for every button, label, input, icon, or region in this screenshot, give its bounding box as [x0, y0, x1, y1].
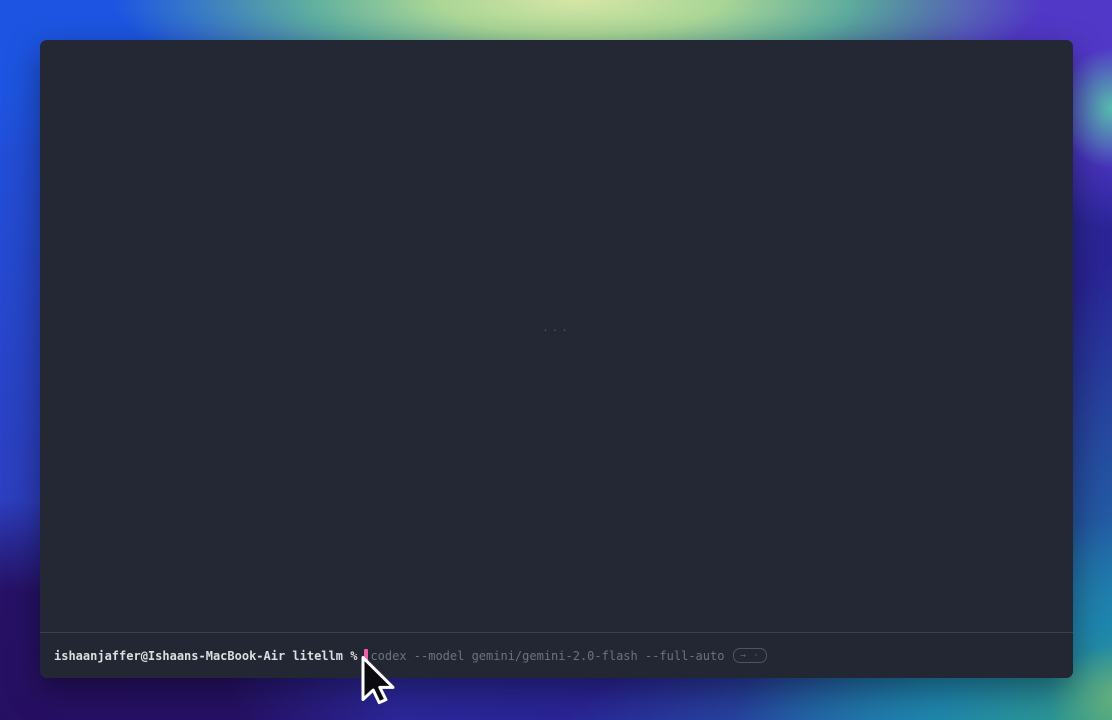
- accept-suggestion-hint-badge: → ·: [733, 648, 766, 663]
- text-caret: [364, 649, 368, 663]
- terminal-output-area[interactable]: ···: [40, 40, 1073, 633]
- command-autosuggestion: codex --model gemini/gemini-2.0-flash --…: [370, 649, 724, 663]
- loading-dots-indicator: ···: [542, 324, 571, 337]
- command-input-line[interactable]: ishaanjaffer@Ishaans-MacBook-Air litellm…: [54, 648, 767, 663]
- shell-prompt-label: ishaanjaffer@Ishaans-MacBook-Air litellm…: [54, 649, 357, 663]
- prompt-bar: ishaanjaffer@Ishaans-MacBook-Air litellm…: [40, 633, 1073, 678]
- terminal-window[interactable]: ··· ishaanjaffer@Ishaans-MacBook-Air lit…: [40, 40, 1073, 678]
